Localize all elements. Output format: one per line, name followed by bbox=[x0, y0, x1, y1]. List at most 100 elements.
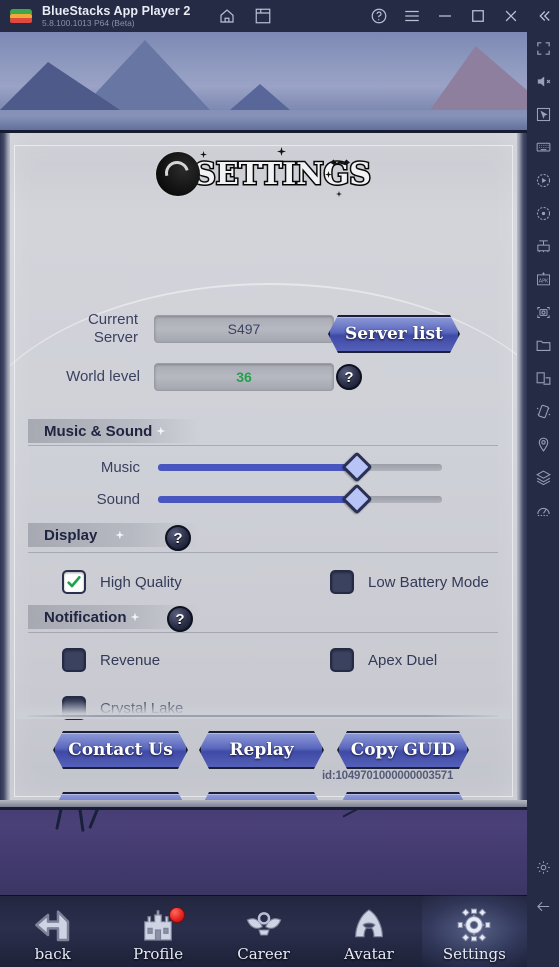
settings-panel: SETTINGS Current Server S497 Server list… bbox=[0, 130, 527, 810]
section-divider bbox=[28, 445, 498, 446]
panel-right-edge bbox=[517, 133, 527, 807]
app-title-block: BlueStacks App Player 2 5.8.100.1013 P64… bbox=[42, 4, 190, 28]
svg-text:APK: APK bbox=[538, 278, 548, 284]
nav-label-career: Career bbox=[237, 945, 290, 963]
checkbox-row-high-quality[interactable]: High Quality bbox=[62, 570, 182, 594]
contact-us-button[interactable]: Contact Us bbox=[53, 731, 188, 769]
multi-instance-manager-icon[interactable] bbox=[527, 230, 559, 263]
gear-icon[interactable] bbox=[527, 851, 559, 884]
music-slider-thumb[interactable] bbox=[341, 451, 373, 483]
nav-item-career[interactable]: Career bbox=[211, 895, 316, 967]
collapse-sidebar-icon[interactable] bbox=[535, 7, 553, 25]
music-slider-track[interactable] bbox=[158, 451, 442, 483]
sound-slider-thumb[interactable] bbox=[341, 483, 373, 515]
bottom-nav: back Profile Career Avatar Settings bbox=[0, 895, 527, 967]
checkbox-row-low-battery-mode[interactable]: Low Battery Mode bbox=[330, 570, 489, 594]
section-divider bbox=[28, 632, 498, 633]
macro-icon[interactable] bbox=[527, 197, 559, 230]
star-icon bbox=[115, 530, 125, 540]
install-apk-icon[interactable]: APK bbox=[527, 263, 559, 296]
checkbox-row-revenue[interactable]: Revenue bbox=[62, 648, 160, 672]
moon-swirl-icon bbox=[156, 152, 201, 196]
back-arrow-icon[interactable] bbox=[527, 890, 559, 923]
bluestacks-logo-icon bbox=[10, 7, 32, 25]
checkbox-label-apex-duel: Apex Duel bbox=[368, 651, 438, 669]
shake-icon[interactable] bbox=[527, 395, 559, 428]
current-server-label-line2: Server bbox=[93, 329, 138, 346]
nav-item-settings[interactable]: Settings bbox=[421, 895, 527, 967]
nav-label-profile: Profile bbox=[133, 945, 184, 963]
location-icon[interactable] bbox=[527, 428, 559, 461]
display-help-icon[interactable]: ? bbox=[165, 525, 191, 551]
background-mountain bbox=[430, 46, 527, 110]
replay-button[interactable]: Replay bbox=[199, 731, 324, 769]
titlebar-right-icons bbox=[370, 0, 553, 32]
titlebar-left-icons bbox=[218, 7, 272, 25]
panel-left-edge bbox=[0, 133, 10, 807]
slider-row-sound: Sound bbox=[30, 483, 442, 515]
gear-icon bbox=[454, 905, 494, 945]
section-label-display: Display bbox=[44, 526, 98, 544]
copy-guid-button[interactable]: Copy GUID bbox=[337, 731, 469, 769]
close-icon[interactable] bbox=[502, 7, 520, 25]
minimize-icon[interactable] bbox=[436, 7, 454, 25]
sound-slider-track[interactable] bbox=[158, 483, 442, 515]
section-divider bbox=[28, 552, 498, 553]
panel-bottom-bevel bbox=[0, 800, 527, 807]
current-server-label-line1: Current bbox=[87, 311, 138, 328]
section-header-music-sound: Music & Sound bbox=[28, 419, 200, 443]
star-icon bbox=[130, 612, 140, 622]
checkbox-label-high-quality: High Quality bbox=[100, 573, 182, 591]
checkbox-row-apex-duel[interactable]: Apex Duel bbox=[330, 648, 437, 672]
background-sky bbox=[0, 32, 527, 110]
pointer-icon[interactable] bbox=[527, 98, 559, 131]
maximize-icon[interactable] bbox=[469, 7, 487, 25]
sound-slider-fill bbox=[158, 496, 357, 503]
background-mountain bbox=[0, 62, 120, 110]
star-icon bbox=[277, 147, 286, 156]
help-icon[interactable] bbox=[370, 7, 388, 25]
app-version: 5.8.100.1013 P64 (Beta) bbox=[42, 18, 135, 28]
world-level-value: 36 bbox=[154, 363, 334, 391]
home-icon[interactable] bbox=[218, 7, 236, 25]
checkbox-apex-duel[interactable] bbox=[330, 648, 354, 672]
player-id-text: id:1049701000000003571 bbox=[322, 770, 454, 782]
profile-badge bbox=[169, 907, 186, 923]
bluestacks-sidebar: APK bbox=[527, 32, 559, 967]
checkbox-revenue[interactable] bbox=[62, 648, 86, 672]
server-list-button[interactable]: Server list bbox=[328, 315, 460, 353]
checkbox-label-low-battery-mode: Low Battery Mode bbox=[368, 573, 489, 591]
nav-label-settings: Settings bbox=[442, 945, 506, 963]
multi-instance-icon[interactable] bbox=[254, 7, 272, 25]
macro-record-icon[interactable] bbox=[527, 164, 559, 197]
nav-item-back[interactable]: back bbox=[0, 895, 105, 967]
slider-row-music: Music bbox=[30, 451, 442, 483]
game-viewport: SETTINGS Current Server S497 Server list… bbox=[0, 32, 527, 967]
media-folder-icon[interactable] bbox=[527, 329, 559, 362]
checkbox-high-quality[interactable] bbox=[62, 570, 86, 594]
star-icon bbox=[156, 426, 166, 436]
window-icon[interactable] bbox=[527, 362, 559, 395]
hood-icon bbox=[349, 905, 389, 945]
mute-icon[interactable] bbox=[527, 65, 559, 98]
keyboard-icon[interactable] bbox=[527, 131, 559, 164]
fullscreen-icon[interactable] bbox=[527, 32, 559, 65]
nav-item-avatar[interactable]: Avatar bbox=[316, 895, 421, 967]
content-bottom-divider bbox=[28, 715, 498, 717]
music-slider-fill bbox=[158, 464, 357, 471]
world-level-help-icon[interactable]: ? bbox=[336, 364, 362, 390]
app-root: BlueStacks App Player 2 5.8.100.1013 P64… bbox=[0, 0, 559, 967]
performance-icon[interactable] bbox=[527, 494, 559, 527]
layers-icon[interactable] bbox=[527, 461, 559, 494]
current-server-label: Current Server bbox=[30, 311, 140, 347]
world-level-label: World level bbox=[66, 368, 140, 385]
screenshot-icon[interactable] bbox=[527, 296, 559, 329]
nav-label-back: back bbox=[34, 945, 71, 963]
background-mountain bbox=[230, 84, 290, 110]
wings-icon bbox=[244, 905, 284, 945]
checkbox-low-battery-mode[interactable] bbox=[330, 570, 354, 594]
settings-title-block: SETTINGS bbox=[0, 143, 527, 205]
nav-item-profile[interactable]: Profile bbox=[105, 895, 210, 967]
notification-help-icon[interactable]: ? bbox=[167, 606, 193, 632]
menu-icon[interactable] bbox=[403, 7, 421, 25]
